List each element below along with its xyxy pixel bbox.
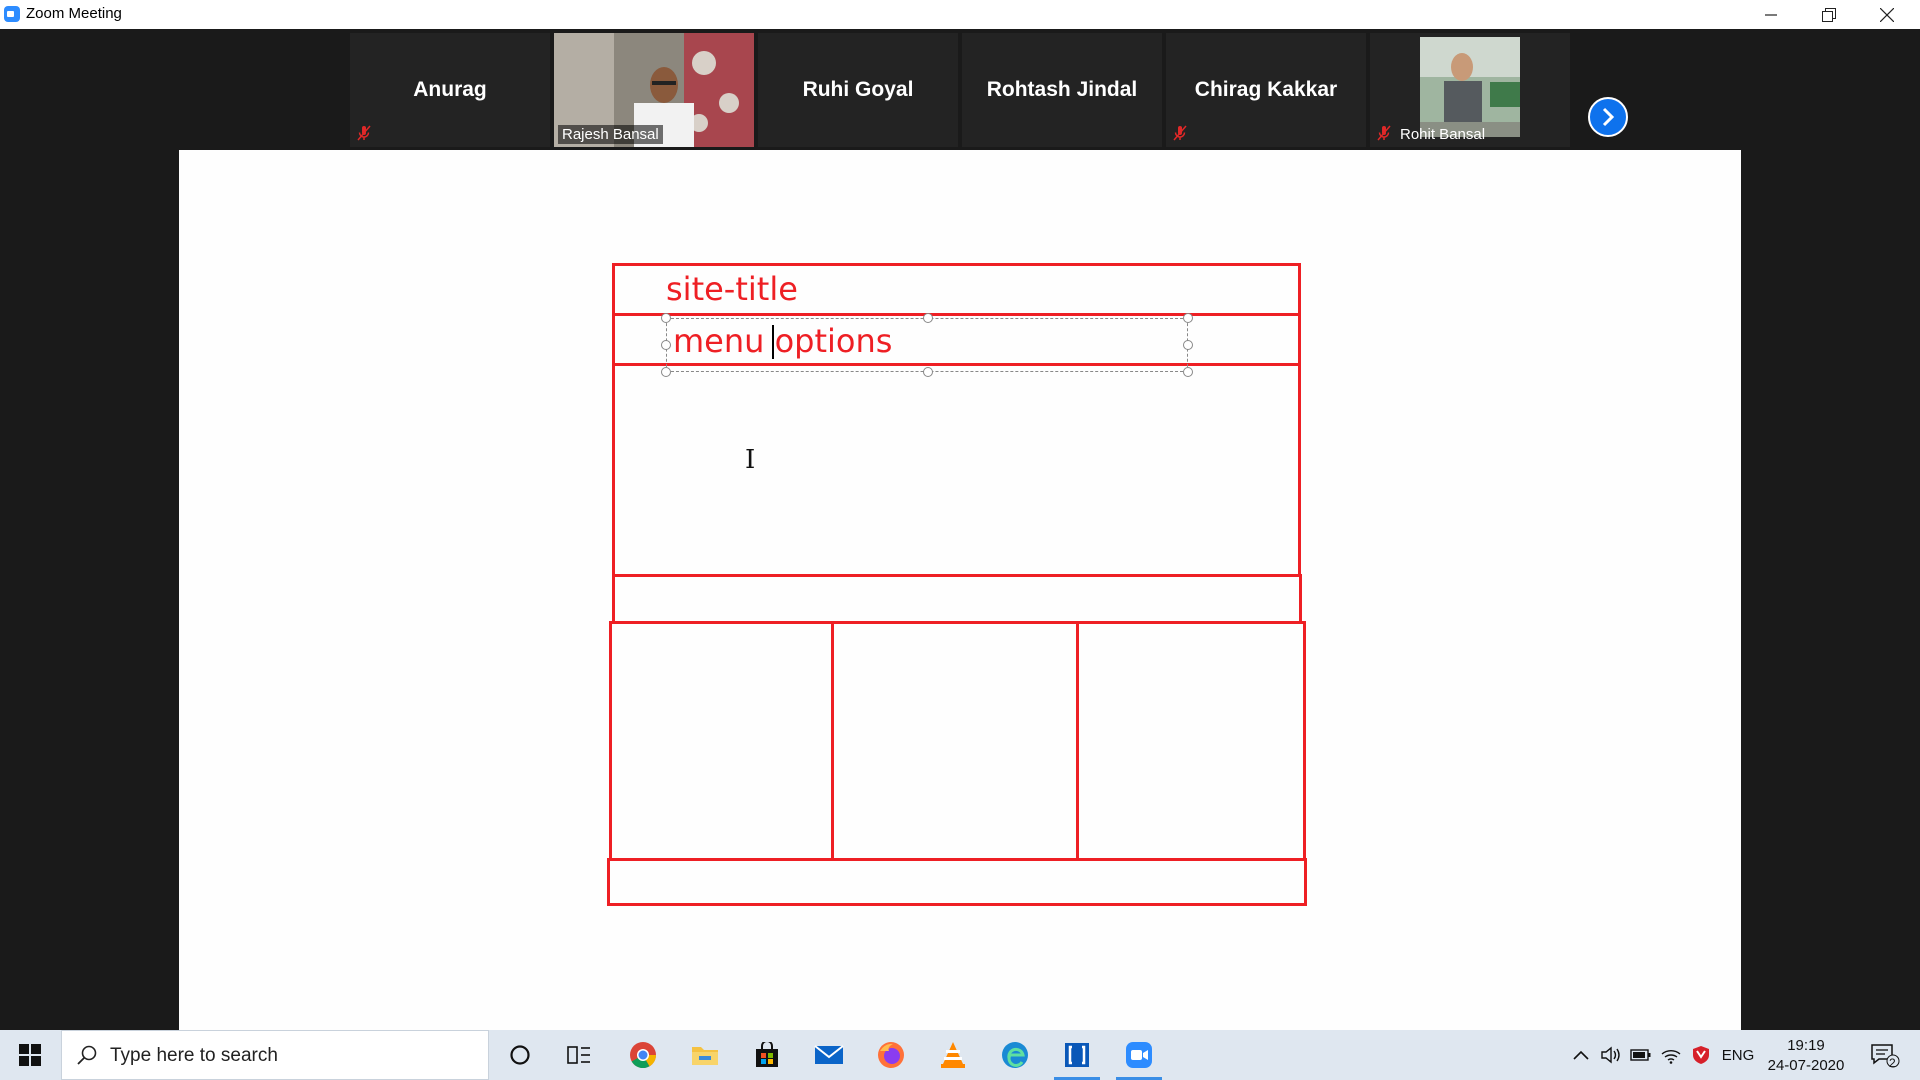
clock-time: 19:19	[1787, 1037, 1825, 1054]
task-view-icon	[567, 1046, 590, 1064]
taskbar-clock[interactable]: 19:19 24-07-2020	[1764, 1036, 1848, 1076]
windows-taskbar: Type here to search ENG 19:19 24-07-2020…	[0, 1030, 1920, 1080]
participant-tile[interactable]: Anurag	[350, 33, 550, 147]
wireframe-footer	[607, 858, 1307, 906]
resize-handle[interactable]	[923, 367, 933, 377]
menu-options-text[interactable]: menu options	[673, 322, 892, 360]
taskbar-search-box[interactable]: Type here to search	[61, 1030, 489, 1080]
resize-handle[interactable]	[1183, 340, 1193, 350]
edge-icon	[1002, 1042, 1028, 1068]
mic-muted-icon	[357, 125, 371, 141]
file-explorer-icon	[692, 1047, 718, 1065]
mail-icon	[814, 1045, 844, 1064]
close-button[interactable]	[1858, 0, 1916, 29]
network-button[interactable]	[1658, 1030, 1684, 1080]
shared-screen: site-title menu options I	[179, 150, 1741, 1030]
snipping-tool-button[interactable]	[1048, 1030, 1106, 1080]
vlc-button[interactable]	[924, 1030, 982, 1080]
resize-handle[interactable]	[1183, 313, 1193, 323]
shield-icon	[1693, 1046, 1709, 1064]
resize-handle[interactable]	[661, 340, 671, 350]
mic-muted-icon	[1173, 125, 1187, 141]
search-icon	[77, 1045, 97, 1065]
participant-tile[interactable]: Chirag Kakkar	[1166, 33, 1366, 147]
participant-strip: Anurag Rajesh Bansal Ruhi Goyal Rohtash …	[0, 29, 1920, 150]
firefox-icon	[878, 1042, 904, 1068]
input-language-indicator[interactable]: ENG	[1718, 1030, 1758, 1080]
next-participants-button[interactable]	[1588, 97, 1628, 137]
volume-button[interactable]	[1598, 1030, 1624, 1080]
participant-name: Anurag	[413, 78, 487, 101]
start-button[interactable]	[0, 1030, 60, 1080]
chrome-taskbar-button[interactable]	[614, 1030, 672, 1080]
site-title-text: site-title	[666, 270, 798, 308]
wireframe-columns	[609, 621, 1306, 861]
zoom-app-icon	[4, 6, 20, 22]
show-hidden-icons-button[interactable]	[1568, 1030, 1594, 1080]
resize-handle[interactable]	[1183, 367, 1193, 377]
task-view-button[interactable]	[550, 1030, 608, 1080]
store-icon	[756, 1042, 778, 1067]
ibeam-cursor-icon: I	[745, 445, 756, 475]
wireframe-divider	[612, 313, 1301, 316]
store-button[interactable]	[738, 1030, 796, 1080]
participant-tile[interactable]: Rohit Bansal	[1370, 33, 1570, 147]
search-placeholder: Type here to search	[110, 1045, 278, 1066]
cortana-icon	[510, 1045, 530, 1065]
edge-button[interactable]	[986, 1030, 1044, 1080]
participant-tile[interactable]: Rohtash Jindal	[962, 33, 1162, 147]
clock-date: 24-07-2020	[1767, 1057, 1845, 1074]
participant-video	[1420, 37, 1520, 137]
security-tray-button[interactable]	[1688, 1030, 1714, 1080]
cortana-button[interactable]	[491, 1030, 549, 1080]
chevron-right-icon	[1602, 107, 1615, 127]
resize-handle[interactable]	[661, 313, 671, 323]
participant-name: Rajesh Bansal	[558, 125, 663, 144]
participant-name: Chirag Kakkar	[1194, 78, 1338, 101]
restore-button[interactable]	[1800, 0, 1858, 29]
chrome-icon	[630, 1042, 657, 1069]
participant-tile[interactable]: Ruhi Goyal	[758, 33, 958, 147]
battery-icon	[1630, 1049, 1651, 1061]
zoom-icon	[1126, 1042, 1152, 1068]
snipping-icon	[1065, 1043, 1089, 1067]
participant-name: Ruhi Goyal	[802, 78, 914, 101]
wireframe-column-divider	[1076, 621, 1079, 861]
zoom-taskbar-button[interactable]	[1110, 1030, 1168, 1080]
windows-logo-icon	[19, 1044, 41, 1066]
wifi-icon	[1661, 1050, 1681, 1064]
close-icon	[1880, 7, 1894, 22]
minimize-button[interactable]	[1742, 0, 1800, 29]
vlc-icon	[941, 1042, 965, 1068]
minimize-icon	[1765, 13, 1777, 16]
text-caret	[772, 325, 774, 359]
participant-name: Rohit Bansal	[1400, 126, 1486, 143]
battery-button[interactable]	[1628, 1030, 1654, 1080]
mail-button[interactable]	[800, 1030, 858, 1080]
wireframe-strip	[612, 574, 1302, 624]
file-explorer-button[interactable]	[676, 1030, 734, 1080]
restore-icon	[1822, 7, 1836, 22]
action-center-button[interactable]: 2	[1860, 1030, 1910, 1080]
resize-handle[interactable]	[661, 367, 671, 377]
participant-tile-active[interactable]: Rajesh Bansal	[554, 33, 754, 147]
notification-count: 2	[1889, 1056, 1896, 1070]
firefox-button[interactable]	[862, 1030, 920, 1080]
window-title: Zoom Meeting	[26, 5, 122, 22]
chevron-up-icon	[1573, 1050, 1589, 1060]
window-titlebar: Zoom Meeting	[0, 0, 1920, 29]
wireframe-banner	[612, 363, 1301, 577]
volume-icon	[1601, 1046, 1620, 1064]
participant-name: Rohtash Jindal	[986, 78, 1138, 101]
wireframe-column-divider	[831, 621, 834, 861]
mic-muted-icon	[1377, 125, 1391, 141]
resize-handle[interactable]	[923, 313, 933, 323]
